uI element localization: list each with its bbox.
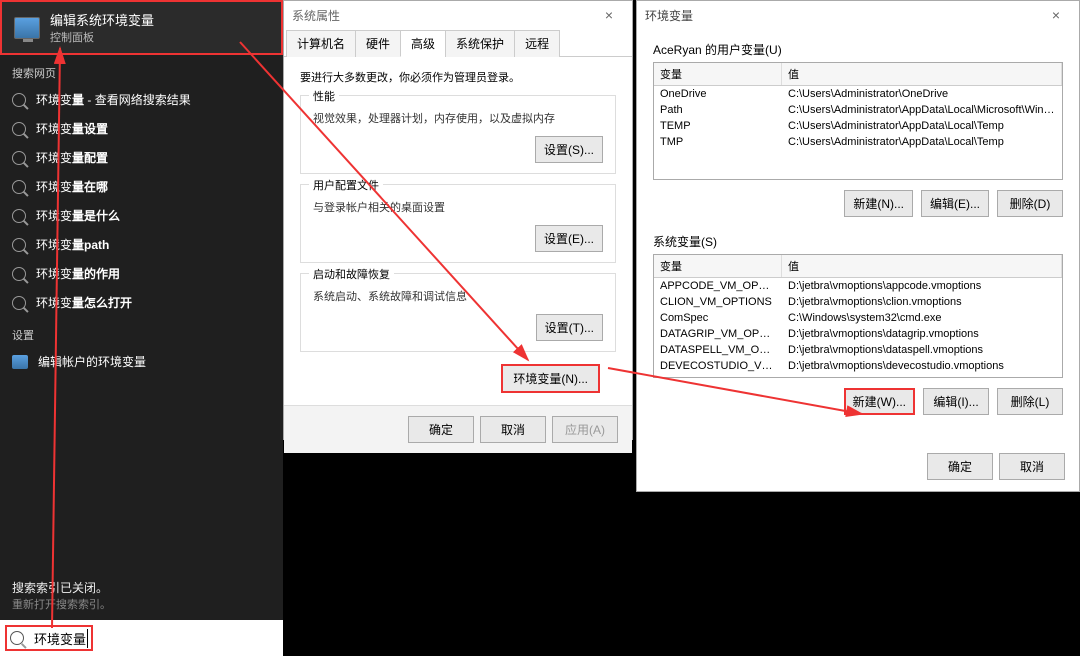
tab-0[interactable]: 计算机名 xyxy=(286,30,356,57)
table-row[interactable]: TEMPC:\Users\Administrator\AppData\Local… xyxy=(654,118,1062,134)
cancel-button[interactable]: 取消 xyxy=(999,453,1065,480)
user-vars-table[interactable]: 变量 值 OneDriveC:\Users\Administrator\OneD… xyxy=(653,62,1063,180)
search-icon xyxy=(12,180,26,194)
apply-button[interactable]: 应用(A) xyxy=(552,416,618,443)
table-row[interactable]: TMPC:\Users\Administrator\AppData\Local\… xyxy=(654,134,1062,150)
start-search-panel: 编辑系统环境变量 控制面板 搜索网页 环境变量 - 查看网络搜索结果环境变量设置… xyxy=(0,0,283,656)
search-icon xyxy=(10,631,24,645)
startup-recovery-group: 启动和故障恢复 系统启动、系统故障和调试信息 设置(T)... xyxy=(300,273,616,352)
search-result-item[interactable]: 环境变量在哪 xyxy=(0,172,283,201)
search-result-item[interactable]: 环境变量配置 xyxy=(0,143,283,172)
user-new-button[interactable]: 新建(N)... xyxy=(844,190,913,217)
tab-3[interactable]: 系统保护 xyxy=(445,30,515,57)
dialog-title: 环境变量 xyxy=(645,7,693,24)
tab-1[interactable]: 硬件 xyxy=(355,30,401,57)
table-row[interactable]: DEVECOSTUDIO_VM_OPT...D:\jetbra\vmoption… xyxy=(654,358,1062,374)
search-icon xyxy=(12,238,26,252)
search-result-item[interactable]: 环境变量设置 xyxy=(0,114,283,143)
perf-settings-button[interactable]: 设置(S)... xyxy=(535,136,603,163)
settings-item-label: 编辑帐户的环境变量 xyxy=(38,353,146,370)
ok-button[interactable]: 确定 xyxy=(927,453,993,480)
ok-button[interactable]: 确定 xyxy=(408,416,474,443)
system-delete-button[interactable]: 删除(L) xyxy=(997,388,1063,415)
search-icon xyxy=(12,209,26,223)
system-edit-button[interactable]: 编辑(I)... xyxy=(923,388,989,415)
table-row[interactable]: DriverDataC:\Windows\System32\Drivers\Dr… xyxy=(654,374,1062,378)
table-row[interactable]: CLION_VM_OPTIONSD:\jetbra\vmoptions\clio… xyxy=(654,294,1062,310)
search-result-item[interactable]: 环境变量怎么打开 xyxy=(0,288,283,317)
table-row[interactable]: ComSpecC:\Windows\system32\cmd.exe xyxy=(654,310,1062,326)
user-delete-button[interactable]: 删除(D) xyxy=(997,190,1063,217)
top-result-title: 编辑系统环境变量 xyxy=(50,10,154,29)
startup-settings-button[interactable]: 设置(T)... xyxy=(536,314,603,341)
system-properties-dialog: 系统属性 × 计算机名硬件高级系统保护远程 要进行大多数更改，你必须作为管理员登… xyxy=(283,0,633,440)
tab-4[interactable]: 远程 xyxy=(514,30,560,57)
search-icon xyxy=(12,93,26,107)
dialog-title: 系统属性 xyxy=(292,7,340,24)
system-vars-label: 系统变量(S) xyxy=(653,233,1063,250)
cancel-button[interactable]: 取消 xyxy=(480,416,546,443)
search-top-result[interactable]: 编辑系统环境变量 控制面板 xyxy=(0,0,283,55)
search-index-notice: 搜索索引已关闭。 重新打开搜索索引。 xyxy=(0,573,283,618)
search-result-item[interactable]: 环境变量是什么 xyxy=(0,201,283,230)
tab-2[interactable]: 高级 xyxy=(400,30,446,57)
monitor-icon xyxy=(14,17,40,39)
close-icon[interactable]: × xyxy=(1041,7,1071,23)
system-new-button[interactable]: 新建(W)... xyxy=(844,388,915,415)
search-result-item[interactable]: 环境变量path xyxy=(0,230,283,259)
user-profile-group: 用户配置文件 与登录帐户相关的桌面设置 设置(E)... xyxy=(300,184,616,263)
profile-settings-button[interactable]: 设置(E)... xyxy=(535,225,603,252)
environment-variables-button[interactable]: 环境变量(N)... xyxy=(501,364,600,393)
table-row[interactable]: PathC:\Users\Administrator\AppData\Local… xyxy=(654,102,1062,118)
search-icon xyxy=(12,267,26,281)
search-icon xyxy=(12,296,26,310)
table-row[interactable]: APPCODE_VM_OPTIONSD:\jetbra\vmoptions\ap… xyxy=(654,278,1062,294)
settings-result-item[interactable]: 编辑帐户的环境变量 xyxy=(0,347,283,376)
search-icon xyxy=(12,151,26,165)
search-input[interactable]: 环境变量 xyxy=(0,620,283,656)
user-edit-button[interactable]: 编辑(E)... xyxy=(921,190,989,217)
close-icon[interactable]: × xyxy=(594,7,624,23)
search-result-item[interactable]: 环境变量 - 查看网络搜索结果 xyxy=(0,85,283,114)
search-result-item[interactable]: 环境变量的作用 xyxy=(0,259,283,288)
search-icon xyxy=(12,122,26,136)
settings-header: 设置 xyxy=(0,317,283,347)
system-vars-table[interactable]: 变量 值 APPCODE_VM_OPTIONSD:\jetbra\vmoptio… xyxy=(653,254,1063,378)
environment-variables-dialog: 环境变量 × AceRyan 的用户变量(U) 变量 值 OneDriveC:\… xyxy=(636,0,1080,492)
table-row[interactable]: OneDriveC:\Users\Administrator\OneDrive xyxy=(654,86,1062,102)
top-result-subtitle: 控制面板 xyxy=(50,29,154,45)
admin-note: 要进行大多数更改，你必须作为管理员登录。 xyxy=(300,69,616,85)
user-vars-label: AceRyan 的用户变量(U) xyxy=(653,41,1063,58)
table-row[interactable]: DATAGRIP_VM_OPTIONSD:\jetbra\vmoptions\d… xyxy=(654,326,1062,342)
settings-icon xyxy=(12,355,28,369)
web-results-header: 搜索网页 xyxy=(0,55,283,85)
table-row[interactable]: DATASPELL_VM_OPTIONSD:\jetbra\vmoptions\… xyxy=(654,342,1062,358)
tabs: 计算机名硬件高级系统保护远程 xyxy=(284,29,632,57)
performance-group: 性能 视觉效果，处理器计划，内存使用，以及虚拟内存 设置(S)... xyxy=(300,95,616,174)
